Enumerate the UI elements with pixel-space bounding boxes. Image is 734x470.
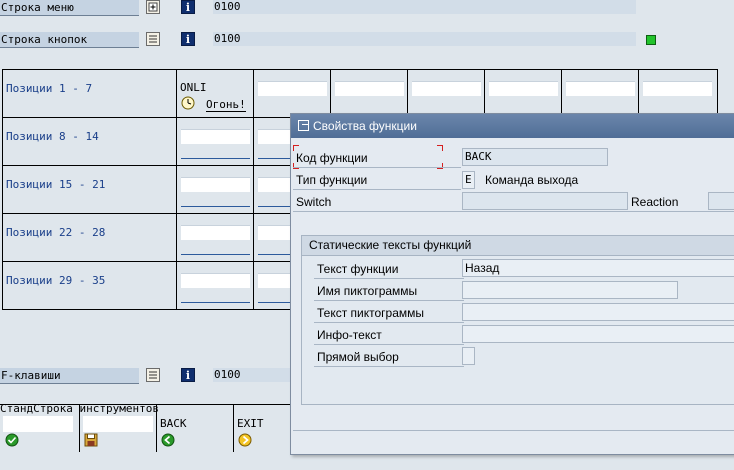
cell-input[interactable]	[566, 81, 635, 96]
clock-execute-icon	[181, 96, 195, 110]
function-type-label: Тип функции	[296, 173, 368, 187]
info-text-label: Инфо-текст	[317, 328, 382, 342]
grid-cell[interactable]	[330, 70, 407, 117]
row-label: Позиции 1 - 7	[6, 82, 93, 95]
cell-input[interactable]	[181, 129, 250, 144]
group-title: Статические тексты функций	[302, 236, 734, 256]
expand-icon[interactable]	[146, 0, 160, 14]
cell-input[interactable]	[181, 177, 250, 192]
fkeys-status-code: 0100	[213, 368, 293, 382]
row-label: Позиции 15 - 21	[6, 178, 106, 191]
function-code-field[interactable]: BACK	[462, 148, 608, 166]
icon-name-field[interactable]	[462, 281, 678, 299]
back-arrow-icon[interactable]	[161, 433, 175, 447]
icon-text-field[interactable]	[462, 303, 734, 321]
toolbar-cell-save[interactable]	[79, 405, 156, 452]
info-icon[interactable]: i	[181, 32, 195, 46]
toolbar-code-input[interactable]	[3, 416, 73, 432]
toolbar-cell-back[interactable]: BACK	[156, 405, 233, 452]
button-bar-status-code: 0100	[213, 32, 636, 46]
reaction-field[interactable]	[708, 192, 734, 210]
cell-input[interactable]	[412, 81, 481, 96]
button-bar-row-label: Строка кнопок	[0, 32, 139, 48]
function-code-label: Код функции	[296, 151, 368, 165]
list-edit-icon[interactable]	[146, 32, 160, 46]
reaction-label: Reaction	[631, 195, 679, 209]
grid-cell[interactable]	[253, 70, 330, 117]
toolbar-code-input[interactable]	[83, 416, 153, 432]
grid-row: Позиции 1 - 7 ONLI Огонь!	[3, 70, 717, 118]
grid-cell[interactable]	[176, 262, 253, 309]
grid-cell[interactable]	[561, 70, 638, 117]
checkmark-icon[interactable]	[5, 433, 19, 447]
switch-label: Switch	[296, 195, 332, 209]
cell-input[interactable]	[181, 225, 250, 240]
switch-field[interactable]	[462, 192, 628, 210]
fkeys-row-label: F-клавиши	[0, 368, 139, 384]
menu-bar-row-label: Строка меню	[0, 0, 139, 16]
cell-input[interactable]	[489, 81, 558, 96]
dialog-title: Свойства функции	[313, 119, 417, 133]
grid-cell[interactable]	[176, 214, 253, 261]
cell-input[interactable]	[335, 81, 404, 96]
row-label: Позиции 29 - 35	[6, 274, 106, 287]
toolbar-cell-enter[interactable]	[0, 405, 79, 452]
direct-select-label: Прямой выбор	[317, 350, 399, 364]
icon-name-label: Имя пиктограммы	[317, 284, 418, 298]
list-edit-icon[interactable]	[146, 368, 160, 382]
grid-cell[interactable]	[176, 166, 253, 213]
dialog-title-bar[interactable]: Свойства функции	[291, 114, 734, 138]
cell-text: Огонь!	[206, 98, 246, 112]
cell-input[interactable]	[643, 81, 712, 96]
icon-text-label: Текст пиктограммы	[317, 306, 425, 320]
function-properties-dialog: Свойства функции Код функции BACK Тип фу…	[290, 113, 734, 455]
function-type-field[interactable]: E	[462, 171, 475, 189]
status-green-indicator	[646, 35, 656, 45]
cell-input[interactable]	[258, 81, 327, 96]
grid-cell[interactable]	[176, 118, 253, 165]
static-texts-group: Статические тексты функций Текст функции…	[301, 235, 734, 405]
grid-cell[interactable]	[407, 70, 484, 117]
menu-bar-status-code: 0100	[213, 0, 636, 14]
function-text-label: Текст функции	[317, 262, 399, 276]
info-icon[interactable]: i	[181, 0, 195, 14]
grid-cell[interactable]	[484, 70, 561, 117]
row-label: Позиции 22 - 28	[6, 226, 106, 239]
toolbar-code: BACK	[160, 417, 187, 430]
info-text-field[interactable]	[462, 325, 734, 343]
grid-cell[interactable]	[638, 70, 715, 117]
cell-input[interactable]	[181, 273, 250, 288]
window-icon	[298, 120, 309, 131]
cell-code: ONLI	[180, 81, 207, 94]
direct-select-field[interactable]	[462, 347, 475, 365]
save-icon[interactable]	[84, 433, 98, 447]
toolbar-code: EXIT	[237, 417, 264, 430]
info-icon[interactable]: i	[181, 368, 195, 382]
function-type-text: Команда выхода	[485, 173, 579, 187]
row-label: Позиции 8 - 14	[6, 130, 99, 143]
function-text-field[interactable]: Назад	[462, 259, 734, 277]
grid-cell-first[interactable]: ONLI Огонь!	[176, 70, 253, 117]
exit-icon[interactable]	[238, 433, 252, 447]
